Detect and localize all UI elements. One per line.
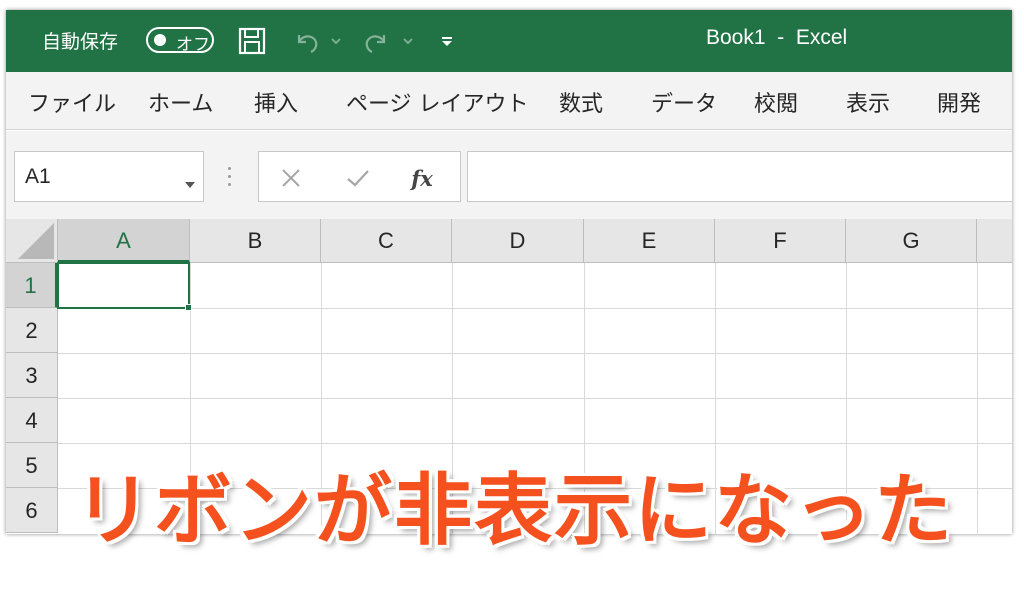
document-title: Book1 - Excel xyxy=(706,26,848,49)
name-box[interactable]: A1 xyxy=(14,151,204,202)
column-header-f[interactable]: F xyxy=(715,219,846,263)
autosave-label: 自動保存 xyxy=(42,31,119,53)
caption-overlay: リボンが非表示になった xyxy=(74,466,955,556)
column-header-partial[interactable] xyxy=(977,219,1012,263)
splitter-handle[interactable] xyxy=(228,167,232,187)
chevron-down-icon[interactable] xyxy=(400,25,416,57)
tab-page-layout[interactable]: ページ レイアウト xyxy=(346,86,529,118)
toggle-knob xyxy=(154,34,166,46)
title-bar: 自動保存 オフ Book1 - Excel xyxy=(6,10,1012,72)
grid-line xyxy=(58,398,1012,399)
column-header-g[interactable]: G xyxy=(846,219,977,263)
undo-icon[interactable] xyxy=(289,25,323,57)
tab-view[interactable]: 表示 xyxy=(846,86,890,118)
row-header-5[interactable]: 5 xyxy=(6,443,58,488)
autosave-state: オフ xyxy=(176,35,210,55)
formula-bar: A1 fx xyxy=(6,131,1012,219)
enter-check-icon[interactable] xyxy=(343,164,373,192)
grid-line xyxy=(58,308,1012,309)
tab-insert[interactable]: 挿入 xyxy=(254,86,298,118)
tab-developer[interactable]: 開発 xyxy=(937,86,981,118)
column-header-d[interactable]: D xyxy=(452,219,584,263)
grid-line xyxy=(58,443,1012,444)
column-header-a[interactable]: A xyxy=(58,219,190,263)
redo-icon[interactable] xyxy=(360,25,394,57)
column-header-b[interactable]: B xyxy=(190,219,321,263)
tab-review[interactable]: 校閲 xyxy=(754,86,798,118)
row-header-1[interactable]: 1 xyxy=(6,263,58,308)
row-header-4[interactable]: 4 xyxy=(6,398,58,443)
cancel-icon[interactable] xyxy=(277,164,305,192)
save-icon[interactable] xyxy=(234,25,270,57)
formula-input[interactable] xyxy=(467,151,1012,202)
select-all-triangle-icon xyxy=(18,223,54,259)
name-box-value: A1 xyxy=(25,165,51,188)
formula-buttons: fx xyxy=(258,151,461,202)
ribbon-tab-bar: ファイル ホーム 挿入 ページ レイアウト 数式 データ 校閲 表示 開発 xyxy=(6,72,1012,130)
autosave-toggle[interactable]: オフ xyxy=(146,27,214,55)
tab-file[interactable]: ファイル xyxy=(28,86,116,118)
grid-line xyxy=(58,353,1012,354)
row-header-6[interactable]: 6 xyxy=(6,488,58,533)
customize-qat-icon[interactable] xyxy=(436,25,458,57)
tab-home[interactable]: ホーム xyxy=(148,86,213,118)
active-cell-a1[interactable] xyxy=(57,262,192,311)
column-header-e[interactable]: E xyxy=(584,219,715,263)
fill-handle[interactable] xyxy=(185,304,192,311)
row-header-3[interactable]: 3 xyxy=(6,353,58,398)
tab-formulas[interactable]: 数式 xyxy=(559,86,603,118)
tab-data[interactable]: データ xyxy=(651,86,717,118)
chevron-down-icon[interactable] xyxy=(185,173,195,192)
select-all-button[interactable] xyxy=(6,219,58,263)
column-header-c[interactable]: C xyxy=(321,219,452,263)
row-header-2[interactable]: 2 xyxy=(6,308,58,353)
chevron-down-icon[interactable] xyxy=(328,25,344,57)
insert-function-button[interactable]: fx xyxy=(407,164,437,192)
